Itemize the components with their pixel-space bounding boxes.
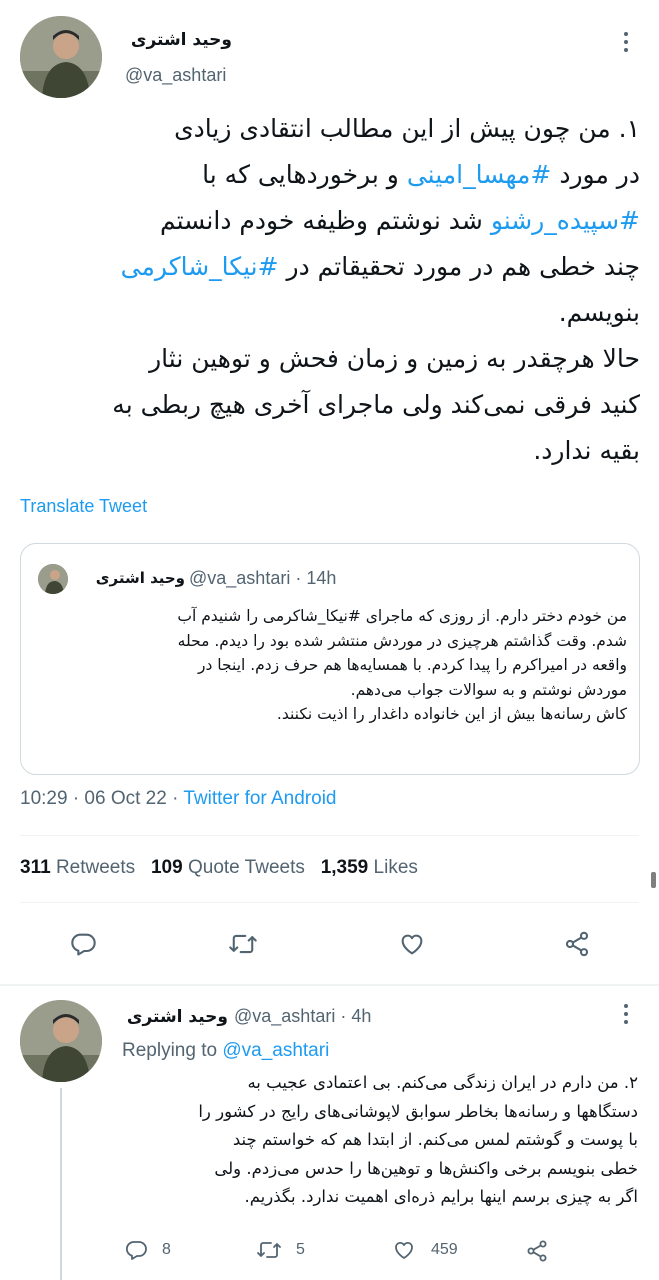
tweet-text: ۱. من چون پیش از این مطالب انتقادی زیادی: [174, 114, 640, 143]
tweet-text: و برخوردهایی که با: [202, 160, 407, 189]
likes-label: Likes: [373, 857, 418, 878]
timestamp-text[interactable]: 10:29 · 06 Oct 22 ·: [20, 788, 183, 809]
reply-text: خطی بنویسم برخی واکنش‌ها و توهین‌ها را ح…: [214, 1158, 638, 1178]
reply-line: ۲. من دارم در ایران زندگی می‌کنم. بی اعت…: [118, 1069, 638, 1098]
tweet-line: #سپیده_رشنو شد نوشتم وظیفه خودم دانستم: [14, 198, 640, 244]
retweet-icon: [257, 1242, 281, 1258]
tweet-line: بنویسم.: [14, 290, 640, 336]
tweet-text: در مورد: [551, 160, 640, 189]
reply-action-retweet[interactable]: 5: [256, 1238, 305, 1262]
quotes-count: 109: [150, 857, 183, 878]
reply-icon: [71, 933, 96, 956]
divider: [20, 902, 639, 903]
reply-tweet-text: ۲. من دارم در ایران زندگی می‌کنم. بی اعت…: [118, 1069, 638, 1212]
retweets-count: 311: [20, 857, 51, 878]
quoted-handle-time: @va_ashtari · 14h: [189, 568, 337, 588]
display-name[interactable]: وحید اشتری: [100, 30, 232, 50]
quoted-line: کاش رسانه‌ها بیش از این خانواده داغدار ر…: [33, 702, 627, 727]
quoted-text: شدم. وقت گذاشتم هرچیزی در موردش منتشر شد…: [177, 631, 627, 650]
source-link[interactable]: Twitter for Android: [183, 788, 336, 809]
tweet-text: بنویسم.: [558, 298, 640, 327]
like-button[interactable]: [395, 927, 429, 961]
reply-text: دستگاهها و رسانه‌ها بخاطر سوابق لاپوشانی…: [198, 1101, 638, 1121]
reply-button[interactable]: [66, 927, 100, 961]
likes-stat[interactable]: 1,359 Likes: [321, 857, 418, 878]
tweet-timestamp[interactable]: 10:29 · 06 Oct 22 · Twitter for Android: [20, 788, 336, 810]
quoted-avatar: [38, 564, 68, 594]
divider: [20, 835, 639, 836]
tweet-line: در مورد #مهسا_امینی و برخوردهایی که با: [14, 152, 640, 198]
quoted-text: کاش رسانه‌ها بیش از این خانواده داغدار ر…: [276, 705, 627, 723]
retweet-count: 5: [296, 1241, 305, 1258]
reply-action-like[interactable]: 459: [391, 1238, 458, 1262]
reply-display-name[interactable]: وحید اشتری: [108, 1007, 228, 1027]
divider: [0, 984, 659, 986]
hashtag-link[interactable]: #نیکا_شاکرمی: [121, 252, 279, 281]
tweet-text: چند خطی هم در مورد تحقیقاتم در: [278, 252, 640, 281]
quoted-tweet-card[interactable]: وحید اشتری @va_ashtari · 14h من خودم دخت…: [20, 543, 640, 775]
reply-text: ۲. من دارم در ایران زندگی می‌کنم. بی اعت…: [247, 1073, 638, 1092]
reply-count: 8: [162, 1241, 171, 1258]
reply-text: با پوست و گوشتم لمس می‌کنم. از ابتدا هم …: [232, 1130, 638, 1149]
replying-to-handle[interactable]: @va_ashtari: [222, 1040, 329, 1061]
retweets-label: Retweets: [55, 857, 136, 878]
tweet-text: بقیه ندارد.: [533, 436, 640, 465]
quoted-line: واقعه در امیراکرم را پیدا کردم. با همسای…: [33, 653, 627, 678]
tweet-line: حالا هرچقدر به زمین و زمان فحش و توهین ن…: [14, 336, 640, 382]
hashtag-link[interactable]: #مهسا_امینی: [407, 160, 552, 189]
quotes-label: Quote Tweets: [187, 857, 305, 878]
retweet-icon: [229, 934, 257, 954]
reply-icon: [125, 1241, 147, 1260]
reply-line: اگر به چیزی برسم اینها برایم ذره‌ای اهمی…: [118, 1183, 638, 1212]
like-count: 459: [431, 1241, 458, 1258]
retweet-button[interactable]: [226, 927, 260, 961]
replying-to-label: Replying to: [122, 1040, 223, 1061]
quoted-display-name: وحید اشتری: [95, 569, 185, 587]
scrollbar-thumb[interactable]: [651, 872, 656, 888]
tweet-text: شد نوشتم وظیفه خودم دانستم: [159, 206, 491, 235]
tweet-text: ۱. من چون پیش از این مطالب انتقادی زیادی…: [14, 106, 640, 474]
quoted-line: من خودم دختر دارم. از روزی که ماجرای #نی…: [33, 604, 627, 629]
tweet-stats: 311 Retweets 109 Quote Tweets 1,359 Like…: [20, 857, 418, 879]
reply-line: با پوست و گوشتم لمس می‌کنم. از ابتدا هم …: [118, 1126, 638, 1155]
share-icon: [527, 1240, 547, 1262]
tweet-text: کنید فرقی نمی‌کند ولی ماجرای آخری هیچ رب…: [112, 390, 640, 419]
avatar[interactable]: [20, 16, 102, 98]
reply-action-reply[interactable]: 8: [124, 1238, 171, 1262]
share-button[interactable]: [560, 927, 594, 961]
quote-tweets-stat[interactable]: 109 Quote Tweets: [151, 857, 305, 878]
quoted-text: موردش نوشتم و به سوالات جواب می‌دهم.: [350, 680, 627, 699]
reply-action-share[interactable]: [524, 1238, 550, 1264]
retweets-stat[interactable]: 311 Retweets: [20, 857, 135, 878]
likes-count: 1,359: [320, 857, 369, 878]
tweet-line: کنید فرقی نمی‌کند ولی ماجرای آخری هیچ رب…: [14, 382, 640, 428]
replying-to: Replying to @va_ashtari: [122, 1040, 329, 1062]
reply-handle-time[interactable]: @va_ashtari · 4h: [234, 1006, 371, 1027]
thread-line: [60, 1088, 62, 1280]
tweet-text: حالا هرچقدر به زمین و زمان فحش و توهین ن…: [149, 344, 640, 373]
quoted-tweet-text: من خودم دختر دارم. از روزی که ماجرای #نی…: [33, 604, 627, 727]
quoted-text: واقعه در امیراکرم را پیدا کردم. با همسای…: [197, 656, 627, 674]
share-icon: [565, 931, 589, 957]
heart-icon: [395, 1241, 413, 1259]
hashtag-link[interactable]: #سپیده_رشنو: [491, 206, 640, 235]
quoted-line: شدم. وقت گذاشتم هرچیزی در موردش منتشر شد…: [33, 629, 627, 654]
reply-line: خطی بنویسم برخی واکنش‌ها و توهین‌ها را ح…: [118, 1155, 638, 1184]
tweet-line: چند خطی هم در مورد تحقیقاتم در #نیکا_شاک…: [14, 244, 640, 290]
handle[interactable]: @va_ashtari: [125, 65, 226, 86]
quoted-line: موردش نوشتم و به سوالات جواب می‌دهم.: [33, 678, 627, 703]
reply-text: اگر به چیزی برسم اینها برایم ذره‌ای اهمی…: [244, 1187, 638, 1206]
tweet-line: ۱. من چون پیش از این مطالب انتقادی زیادی: [14, 106, 640, 152]
heart-icon: [401, 934, 423, 955]
translate-tweet-link[interactable]: Translate Tweet: [20, 496, 147, 517]
reply-line: دستگاهها و رسانه‌ها بخاطر سوابق لاپوشانی…: [118, 1098, 638, 1127]
more-vertical-icon[interactable]: [614, 28, 638, 56]
reply-more-vertical-icon[interactable]: [614, 1000, 638, 1028]
tweet-line: بقیه ندارد.: [14, 428, 640, 474]
quoted-text: من خودم دختر دارم. از روزی که ماجرای #نی…: [177, 607, 627, 625]
reply-avatar[interactable]: [20, 1000, 102, 1082]
